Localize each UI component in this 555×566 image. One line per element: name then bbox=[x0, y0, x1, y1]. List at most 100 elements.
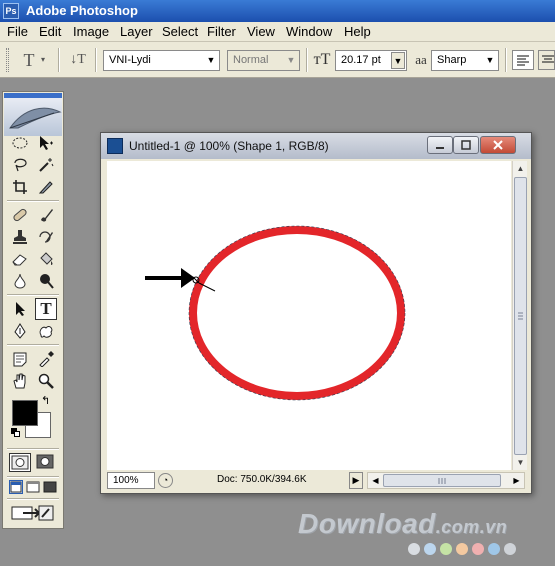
adobe-feather-logo[interactable] bbox=[4, 98, 62, 136]
watermark-dot bbox=[408, 543, 420, 555]
menu-view[interactable]: View bbox=[245, 24, 277, 39]
custom-shape-tool[interactable] bbox=[35, 320, 57, 342]
text-orientation-toggle-icon[interactable]: ↓T bbox=[67, 49, 89, 71]
healing-brush-tool[interactable] bbox=[9, 204, 31, 226]
menu-help[interactable]: Help bbox=[342, 24, 373, 39]
antialias-icon: aa bbox=[415, 52, 427, 67]
antialias-select[interactable]: Sharp ▼ bbox=[431, 50, 499, 71]
zoom-tool[interactable] bbox=[35, 370, 57, 392]
zoom-level-field[interactable]: 100% bbox=[107, 472, 155, 489]
photoshop-app-icon: Ps bbox=[3, 3, 19, 19]
watermark-dot bbox=[472, 543, 484, 555]
grip-icon bbox=[438, 478, 446, 484]
horizontal-type-tool[interactable]: T bbox=[35, 298, 57, 320]
elliptical-marquee-tool[interactable] bbox=[9, 132, 31, 154]
grip-icon bbox=[518, 312, 523, 320]
magic-wand-tool[interactable] bbox=[35, 154, 57, 176]
jump-to-imageready-button[interactable] bbox=[9, 504, 57, 522]
app-title-bar: Ps Adobe Photoshop bbox=[0, 0, 555, 22]
vertical-scrollbar[interactable]: ▲ ▼ bbox=[512, 161, 527, 470]
paint-bucket-tool[interactable] bbox=[35, 248, 57, 270]
vertical-scroll-thumb[interactable] bbox=[514, 177, 527, 455]
tools-palette: T ↰ bbox=[2, 91, 64, 529]
lasso-tool[interactable] bbox=[9, 154, 31, 176]
maximize-button[interactable] bbox=[453, 136, 479, 154]
menu-select[interactable]: Select bbox=[160, 24, 200, 39]
menu-file[interactable]: File bbox=[5, 24, 30, 39]
minimize-button[interactable] bbox=[427, 136, 453, 154]
scroll-down-icon[interactable]: ▼ bbox=[514, 456, 527, 469]
font-size-select[interactable]: 20.17 pt ▼ bbox=[335, 50, 407, 71]
brush-tool[interactable] bbox=[35, 204, 57, 226]
document-title-bar[interactable]: Untitled-1 @ 100% (Shape 1, RGB/8) bbox=[101, 133, 531, 159]
hand-tool[interactable] bbox=[9, 370, 31, 392]
default-colors-icon[interactable] bbox=[11, 428, 20, 437]
status-menu-arrow-icon[interactable]: ▶ bbox=[349, 472, 363, 489]
swap-colors-icon[interactable]: ↰ bbox=[41, 396, 50, 407]
menu-window[interactable]: Window bbox=[284, 24, 334, 39]
pen-tool[interactable] bbox=[9, 320, 31, 342]
foreground-color-swatch[interactable] bbox=[12, 400, 38, 426]
move-tool[interactable] bbox=[35, 132, 57, 154]
menu-layer[interactable]: Layer bbox=[118, 24, 155, 39]
maximize-icon bbox=[461, 140, 471, 150]
bandage-icon bbox=[13, 208, 27, 222]
slice-knife-icon bbox=[38, 181, 53, 194]
menu-filter[interactable]: Filter bbox=[205, 24, 238, 39]
quick-mask-mode-button[interactable] bbox=[35, 453, 57, 472]
menu-edit[interactable]: Edit bbox=[37, 24, 63, 39]
eyedropper-tool[interactable] bbox=[35, 348, 57, 370]
options-separator bbox=[306, 48, 308, 72]
scroll-left-icon[interactable]: ◀ bbox=[369, 474, 382, 487]
chevron-down-icon: ▼ bbox=[485, 55, 495, 65]
document-title: Untitled-1 @ 100% (Shape 1, RGB/8) bbox=[129, 139, 329, 153]
watermark-dot bbox=[488, 543, 500, 555]
status-navigator-icon[interactable]: ◔ bbox=[158, 473, 173, 488]
slice-tool[interactable] bbox=[35, 176, 57, 198]
app-title: Adobe Photoshop bbox=[26, 3, 138, 18]
font-family-select[interactable]: VNI-Lydi ▼ bbox=[103, 50, 220, 71]
document-canvas[interactable] bbox=[107, 161, 511, 470]
feather-icon bbox=[9, 107, 62, 129]
scroll-up-icon[interactable]: ▲ bbox=[514, 162, 527, 175]
chevron-down-icon[interactable]: ▾ bbox=[41, 55, 45, 64]
document-icon bbox=[107, 138, 123, 154]
screen-mode-icon bbox=[43, 481, 57, 493]
font-style-select[interactable]: Normal ▼ bbox=[227, 50, 300, 71]
tools-divider bbox=[7, 498, 59, 500]
font-style-value: Normal bbox=[233, 54, 269, 66]
watermark-suffix: .com.vn bbox=[435, 517, 508, 537]
standard-screen-mode-button[interactable] bbox=[9, 480, 23, 494]
font-size-value: 20.17 pt bbox=[341, 54, 381, 66]
align-center-text-button[interactable] bbox=[538, 50, 555, 70]
full-screen-menu-mode-button[interactable] bbox=[26, 480, 40, 494]
notes-tool[interactable] bbox=[9, 348, 31, 370]
font-size-icon: ᴛT bbox=[313, 51, 331, 68]
note-icon bbox=[13, 352, 27, 367]
blur-tool[interactable] bbox=[9, 270, 31, 292]
eyedropper-icon bbox=[39, 351, 54, 367]
close-button[interactable] bbox=[480, 136, 516, 154]
full-screen-mode-button[interactable] bbox=[43, 480, 57, 494]
align-left-text-button[interactable] bbox=[512, 50, 534, 70]
dodge-tool[interactable] bbox=[35, 270, 57, 292]
crop-tool[interactable] bbox=[9, 176, 31, 198]
screen-mode-icon bbox=[10, 481, 22, 493]
scroll-right-icon[interactable]: ▶ bbox=[510, 474, 523, 487]
eraser-icon bbox=[12, 254, 27, 266]
options-bar-grip[interactable] bbox=[6, 48, 9, 72]
clone-stamp-tool[interactable] bbox=[9, 226, 31, 248]
standard-mode-button[interactable] bbox=[9, 453, 31, 472]
history-brush-tool[interactable] bbox=[35, 226, 57, 248]
horizontal-scroll-thumb[interactable] bbox=[383, 474, 501, 487]
pen-nib-icon bbox=[14, 323, 26, 339]
path-selection-tool[interactable] bbox=[9, 298, 31, 320]
menu-image[interactable]: Image bbox=[71, 24, 111, 39]
options-separator bbox=[58, 48, 60, 72]
minimize-icon bbox=[436, 147, 444, 149]
align-left-icon bbox=[517, 55, 529, 66]
options-separator bbox=[95, 48, 97, 72]
type-tool-preset-icon[interactable]: T bbox=[18, 49, 40, 71]
horizontal-scrollbar[interactable]: ◀ ▶ bbox=[367, 472, 525, 489]
eraser-tool[interactable] bbox=[9, 248, 31, 270]
